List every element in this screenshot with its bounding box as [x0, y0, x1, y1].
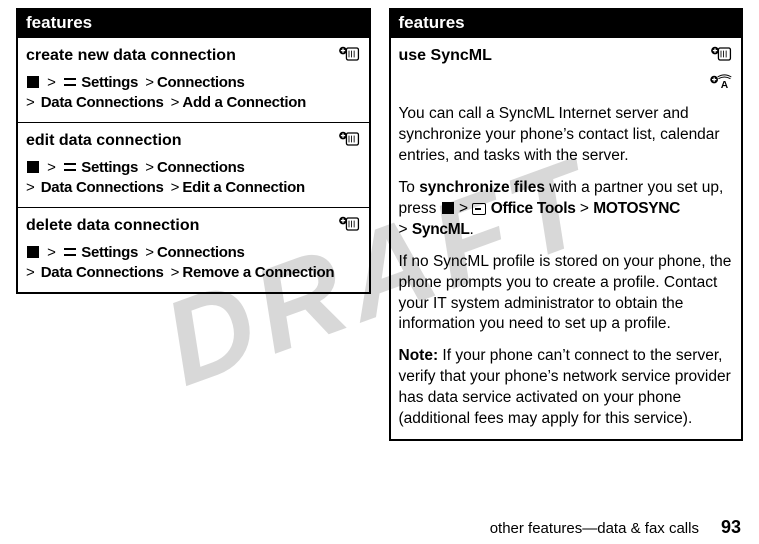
signal-plus-icon: A [709, 74, 733, 99]
sim-plus-icon [337, 45, 361, 63]
row-syncml: use SyncML A You can call a SyncML Inter… [390, 38, 743, 441]
create-path: > Settings >Connections >Data Connection… [26, 73, 361, 114]
sim-plus-icon [337, 215, 361, 233]
center-key-icon [27, 246, 39, 258]
edit-path: > Settings >Connections >Data Connection… [26, 158, 361, 199]
center-key-icon [442, 202, 454, 214]
syncml-p2: To synchronize files with a partner you … [399, 178, 734, 241]
center-key-icon [27, 76, 39, 88]
row-delete-connection: delete data connection > Settings >Conne… [17, 208, 370, 294]
right-features-table: features use SyncML A You can call a Syn… [389, 8, 744, 441]
sim-plus-icon [337, 130, 361, 148]
settings-glyph-icon [63, 161, 77, 173]
delete-path: > Settings >Connections >Data Connection… [26, 243, 361, 284]
settings-glyph-icon [63, 246, 77, 258]
row-create-connection: create new data connection > Settings >C… [17, 38, 370, 123]
delete-title: delete data connection [26, 215, 199, 237]
create-title: create new data connection [26, 45, 236, 67]
settings-glyph-icon [63, 76, 77, 88]
syncml-note: Note: If your phone can’t connect to the… [399, 346, 734, 430]
syncml-title: use SyncML [399, 45, 492, 67]
svg-text:A: A [721, 80, 729, 91]
footer-page-number: 93 [721, 517, 741, 538]
office-glyph-icon [472, 203, 486, 215]
edit-title: edit data connection [26, 130, 182, 152]
syncml-p1: You can call a SyncML Internet server an… [399, 104, 734, 167]
page-footer: other features—data & fax calls 93 [490, 517, 741, 538]
syncml-p3: If no SyncML profile is stored on your p… [399, 252, 734, 336]
row-edit-connection: edit data connection > Settings >Connect… [17, 123, 370, 208]
sim-plus-icon [709, 45, 733, 70]
footer-section: other features—data & fax calls [490, 520, 699, 537]
right-table-header: features [390, 9, 743, 38]
left-table-header: features [17, 9, 370, 38]
left-column: features create new data connection > Se… [16, 8, 371, 441]
right-column: features use SyncML A You can call a Syn… [389, 8, 744, 441]
left-features-table: features create new data connection > Se… [16, 8, 371, 294]
center-key-icon [27, 161, 39, 173]
